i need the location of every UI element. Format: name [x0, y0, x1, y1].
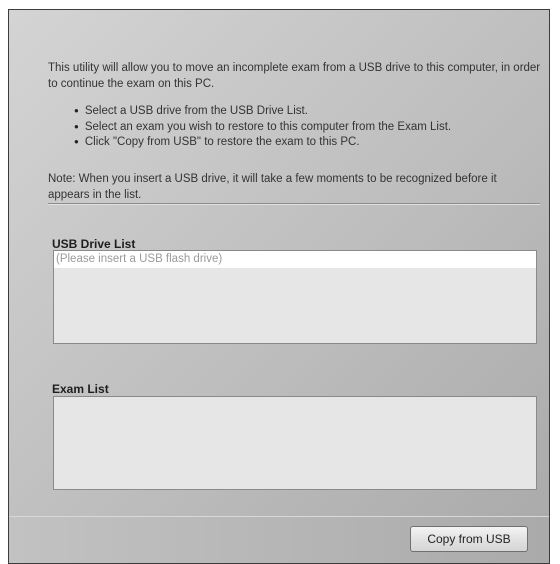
usb-drive-list-item[interactable]: (Please insert a USB flash drive)	[54, 251, 536, 268]
usb-drive-list[interactable]: (Please insert a USB flash drive)	[53, 250, 537, 344]
instruction-list: Select a USB drive from the USB Drive Li…	[74, 104, 544, 151]
copy-from-usb-button[interactable]: Copy from USB	[410, 526, 528, 552]
instruction-item: Select an exam you wish to restore to th…	[74, 120, 544, 136]
exam-list-label: Exam List	[52, 382, 109, 396]
usb-drive-list-label: USB Drive List	[52, 237, 136, 251]
instruction-item: Click "Copy from USB" to restore the exa…	[74, 135, 544, 151]
instruction-item: Select a USB drive from the USB Drive Li…	[74, 104, 544, 120]
divider	[48, 203, 540, 205]
intro-text: This utility will allow you to move an i…	[48, 62, 541, 90]
exam-list[interactable]	[53, 396, 537, 490]
note-text: Note: When you insert a USB drive, it wi…	[48, 173, 497, 201]
restore-exam-dialog: This utility will allow you to move an i…	[8, 9, 550, 564]
